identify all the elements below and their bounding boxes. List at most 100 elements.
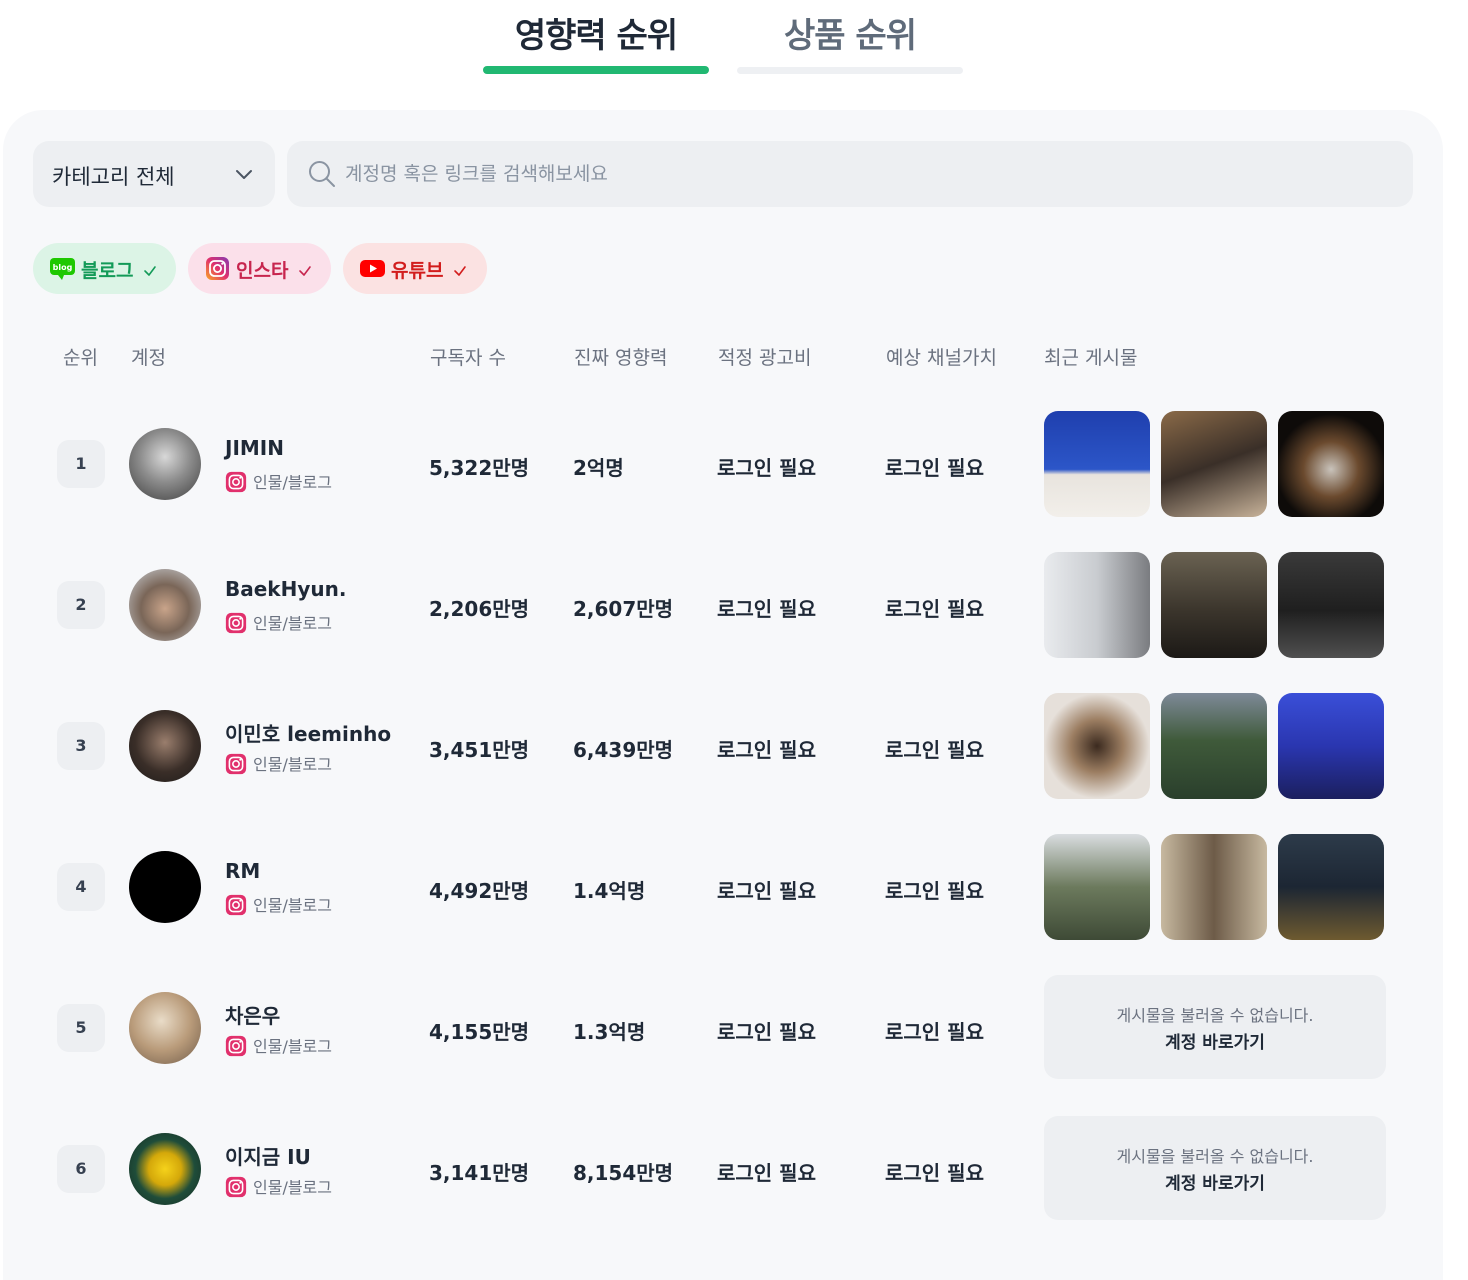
post-thumbnail[interactable] — [1278, 552, 1384, 658]
category-text: 인물/블로그 — [253, 473, 332, 492]
account-category: 인물/블로그 — [225, 1174, 332, 1198]
table-row[interactable]: 6 이지금 IU 인물/블로그 3,141만명 8,154만명 로그인 필요 로… — [0, 1105, 1440, 1246]
filter-chip-label: 블로그 — [81, 260, 134, 282]
real-influence-value: 1.3억명 — [573, 1020, 646, 1044]
ad-fee-value: 로그인 필요 — [717, 738, 816, 762]
account-name[interactable]: BaekHyun. — [225, 577, 346, 601]
post-thumbnail[interactable] — [1044, 834, 1150, 940]
account-name[interactable]: RM — [225, 859, 260, 883]
filter-chip-blog[interactable]: blog 블로그 — [33, 243, 176, 294]
subscribers-value: 4,155만명 — [429, 1020, 530, 1044]
rank-badge: 3 — [57, 722, 105, 770]
posts-unavailable: 게시물을 불러올 수 없습니다. 계정 바로가기 — [1044, 1116, 1386, 1220]
header-subscribers: 구독자 수 — [430, 347, 506, 369]
account-category: 인물/블로그 — [225, 892, 332, 916]
post-thumbnail[interactable] — [1161, 411, 1267, 517]
naver-blog-icon: blog — [50, 256, 75, 281]
post-thumbnail[interactable] — [1161, 693, 1267, 799]
posts-unavailable-message: 게시물을 불러올 수 없습니다. — [1116, 1006, 1314, 1025]
avatar[interactable] — [129, 851, 201, 923]
subscribers-value: 2,206만명 — [429, 597, 530, 621]
category-text: 인물/블로그 — [253, 755, 332, 774]
posts-unavailable: 게시물을 불러올 수 없습니다. 계정 바로가기 — [1044, 975, 1386, 1079]
category-select[interactable]: 카테고리 전체 — [33, 141, 275, 207]
account-name[interactable]: 이지금 IU — [225, 1141, 311, 1170]
table-row[interactable]: 5 차은우 인물/블로그 4,155만명 1.3억명 로그인 필요 로그인 필요… — [0, 964, 1440, 1105]
post-thumbnail[interactable] — [1161, 834, 1267, 940]
ranking-tabs: 영향력 순위 상품 순위 — [0, 0, 1468, 80]
category-text: 인물/블로그 — [253, 1178, 332, 1197]
header-real-influence: 진짜 영향력 — [574, 347, 668, 369]
subscribers-value: 3,141만명 — [429, 1161, 530, 1185]
rank-badge: 6 — [57, 1145, 105, 1193]
account-name[interactable]: JIMIN — [225, 436, 284, 460]
post-thumbnail[interactable] — [1278, 693, 1384, 799]
channel-value-value: 로그인 필요 — [885, 456, 984, 480]
check-icon — [453, 262, 467, 281]
filter-chip-label: 유튜브 — [391, 260, 444, 282]
instagram-icon — [205, 256, 230, 281]
category-select-label: 카테고리 전체 — [52, 165, 175, 189]
subscribers-value: 4,492만명 — [429, 879, 530, 903]
table-row[interactable]: 3 이민호 leeminho 인물/블로그 3,451만명 6,439만명 로그… — [0, 682, 1440, 823]
header-rank: 순위 — [63, 347, 98, 369]
go-to-account-link[interactable]: 계정 바로가기 — [1044, 1028, 1386, 1053]
subscribers-value: 5,322만명 — [429, 456, 530, 480]
subscribers-value: 3,451만명 — [429, 738, 530, 762]
filter-chip-label: 인스타 — [236, 260, 289, 282]
instagram-icon — [225, 894, 247, 916]
avatar[interactable] — [129, 992, 201, 1064]
channel-value-value: 로그인 필요 — [885, 1020, 984, 1044]
avatar[interactable] — [129, 1133, 201, 1205]
instagram-icon — [225, 1176, 247, 1198]
post-thumbnail[interactable] — [1044, 693, 1150, 799]
post-thumbnail[interactable] — [1278, 411, 1384, 517]
check-icon — [143, 262, 157, 281]
check-icon — [298, 262, 312, 281]
channel-value-value: 로그인 필요 — [885, 879, 984, 903]
channel-value-value: 로그인 필요 — [885, 1161, 984, 1185]
instagram-icon — [225, 612, 247, 634]
rank-badge: 5 — [57, 1004, 105, 1052]
rank-badge: 1 — [57, 440, 105, 488]
svg-text:blog: blog — [53, 263, 73, 272]
filter-chip-instagram[interactable]: 인스타 — [188, 243, 331, 294]
table-row[interactable]: 2 BaekHyun. 인물/블로그 2,206만명 2,607만명 로그인 필… — [0, 541, 1440, 682]
real-influence-value: 8,154만명 — [573, 1161, 674, 1185]
account-category: 인물/블로그 — [225, 469, 332, 493]
post-thumbnail[interactable] — [1278, 834, 1384, 940]
table-row[interactable]: 4 RM 인물/블로그 4,492만명 1.4억명 로그인 필요 로그인 필요 — [0, 823, 1440, 964]
real-influence-value: 2,607만명 — [573, 597, 674, 621]
posts-unavailable-message: 게시물을 불러올 수 없습니다. — [1116, 1147, 1314, 1166]
account-category: 인물/블로그 — [225, 610, 332, 634]
tab-product-ranking[interactable]: 상품 순위 — [737, 8, 963, 57]
instagram-icon — [225, 1035, 247, 1057]
search-input[interactable] — [345, 157, 1345, 191]
go-to-account-link[interactable]: 계정 바로가기 — [1044, 1169, 1386, 1194]
ad-fee-value: 로그인 필요 — [717, 1020, 816, 1044]
rank-badge: 2 — [57, 581, 105, 629]
account-name[interactable]: 차은우 — [225, 1000, 280, 1029]
category-text: 인물/블로그 — [253, 614, 332, 633]
real-influence-value: 6,439만명 — [573, 738, 674, 762]
table-row[interactable]: 1 JIMIN 인물/블로그 5,322만명 2억명 로그인 필요 로그인 필요 — [0, 400, 1440, 541]
active-tab-indicator — [483, 66, 709, 74]
rank-badge: 4 — [57, 863, 105, 911]
search-icon — [307, 159, 337, 193]
avatar[interactable] — [129, 569, 201, 641]
post-thumbnail[interactable] — [1044, 552, 1150, 658]
post-thumbnail[interactable] — [1161, 552, 1267, 658]
channel-value-value: 로그인 필요 — [885, 738, 984, 762]
filter-chip-youtube[interactable]: 유튜브 — [343, 243, 487, 294]
instagram-icon — [225, 471, 247, 493]
ad-fee-value: 로그인 필요 — [717, 879, 816, 903]
avatar[interactable] — [129, 428, 201, 500]
real-influence-value: 1.4억명 — [573, 879, 646, 903]
inactive-tab-indicator — [737, 67, 963, 74]
avatar[interactable] — [129, 710, 201, 782]
account-name[interactable]: 이민호 leeminho — [225, 718, 391, 747]
search-bar — [287, 141, 1413, 207]
post-thumbnail[interactable] — [1044, 411, 1150, 517]
tab-influence-ranking[interactable]: 영향력 순위 — [483, 8, 709, 57]
chevron-down-icon — [235, 166, 253, 185]
